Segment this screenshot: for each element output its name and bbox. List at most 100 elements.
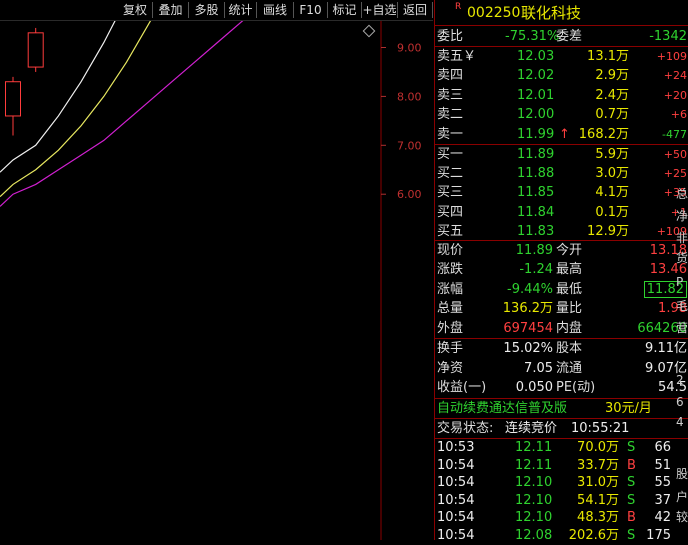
weicha-label: 委差 [556,29,583,44]
stats-label-a: 净资 [437,360,464,376]
buy-row-0[interactable]: 买一 11.89 5.9万 +50 [435,145,688,164]
clipped-text: 6 [676,395,684,409]
tick-side: S [627,440,636,455]
clipped-text: 2 [676,373,684,387]
candle-body-0 [5,81,21,117]
ad-banner[interactable]: 自动续费通达信普及版 30元/月 [435,399,688,418]
tick-price: 12.11 [515,440,553,455]
stock-name: 联化科技 [521,4,582,22]
sell-label: 卖一 [437,126,464,142]
stats-label-a: 换手 [437,341,464,356]
diamond-icon [362,24,376,38]
buy-label: 买二 [437,166,464,182]
tick-volume: 48.3万 [577,510,619,526]
quote-label-a: 现价 [437,243,464,258]
stats-value-a: 0.050 [515,380,553,396]
toolbar-button-8[interactable]: 返回 [398,2,433,18]
clipped-text: 毛 [676,299,688,313]
buy-label: 买五 [437,223,464,239]
y-tick-label-7: 7.00 [397,139,422,152]
tick-volume: 31.0万 [577,475,619,491]
stats-row-0: 换手 15.02% 股本 9.11亿 [435,339,688,358]
tick-volume: 70.0万 [577,440,619,455]
toolbar-button-2[interactable]: 多股 [189,2,225,18]
quote-label-b: 最高 [556,262,583,278]
buy-volume: 5.9万 [595,147,629,162]
tick-price: 12.10 [515,475,553,491]
sell-volume: 0.7万 [595,107,629,123]
tick-count: 55 [654,475,671,491]
toolbar-button-5[interactable]: F10 [294,2,328,18]
sell-row-4[interactable]: 卖一 11.99 ↑ 168.2万 -477 [435,125,688,144]
tick-time: 10:54 [437,457,475,473]
stats-row-1: 净资 7.05 流通 9.07亿 [435,359,688,378]
r-marker: R [455,2,462,12]
tick-count: 37 [654,492,671,508]
stats-row-2: 收益(一) 0.050 PE(动) 54.5 [435,378,688,397]
quote-label-b: 今开 [556,243,583,258]
sell-row-3[interactable]: 卖二 12.00 0.7万 +6 [435,105,688,124]
buy-change: +25 [663,167,687,181]
status-label: 交易状态: [437,421,494,436]
sell-row-1[interactable]: 卖四 12.02 2.9万 +24 [435,66,688,85]
quote-row-1: 涨跌 -1.24 最高 13.46 [435,260,688,279]
sell-price: 12.03 [517,49,555,64]
tick-count: 51 [654,457,671,473]
buy-volume: 3.0万 [595,166,629,182]
clipped-text: 较 [676,510,688,524]
buy-price: 11.83 [517,223,555,239]
sell-change: +24 [663,69,687,83]
sell-volume: 13.1万 [587,49,629,64]
tick-time: 10:54 [437,510,475,526]
buy-row-2[interactable]: 买三 11.85 4.1万 +35 [435,183,688,202]
sell-row-0[interactable]: 卖五￥ 12.03 13.1万 +109 [435,47,688,66]
quote-label-a: 涨幅 [437,281,464,297]
toolbar-button-7[interactable]: +自选 [362,2,398,18]
tick-volume: 202.6万 [568,528,619,543]
clipped-text: 非 [676,231,688,245]
sell-label: 卖四 [437,68,464,84]
sell-label: 卖二 [437,107,464,123]
toolbar-button-6[interactable]: 标记 [328,2,362,18]
buy-label: 买四 [437,204,464,220]
ad-text: 自动续费通达信普及版 [437,401,568,416]
y-tick-label-6: 8.00 [397,90,422,103]
weicha-value: -1342 [649,29,687,44]
quote-label-b: 最低 [556,281,583,297]
weibi-label: 委比 [437,29,464,44]
stats-value-b: 9.11亿 [645,341,687,356]
quote-row-2: 涨幅 -9.44% 最低 11.82 [435,280,688,299]
buy-row-1[interactable]: 买二 11.88 3.0万 +25 [435,164,688,183]
stats-label-b: 流通 [556,360,583,376]
quote-row-0: 现价 11.89 今开 13.18 [435,241,688,260]
tick-time: 10:54 [437,528,475,543]
sell-row-2[interactable]: 卖三 12.01 2.4万 +20 [435,86,688,105]
tick-time: 10:54 [437,475,475,491]
toolbar-button-3[interactable]: 统计 [225,2,257,18]
buy-row-4[interactable]: 买五 11.83 12.9万 +109 [435,222,688,241]
tick-time: 10:53 [437,440,475,455]
tick-price: 12.10 [515,492,553,508]
y-tick-label-8: 6.00 [397,188,422,201]
clipped-text: 4 [676,415,684,429]
up-arrow-icon: ↑ [559,126,570,142]
ad-price: 30元/月 [605,401,652,416]
tick-price: 12.10 [515,510,553,526]
stats-label-b: PE(动) [556,380,596,396]
buy-row-3[interactable]: 买四 11.84 0.1万 +1 [435,203,688,222]
buy-price: 11.89 [517,147,555,162]
tick-count: 42 [654,510,671,526]
toolbar-button-1[interactable]: 叠加 [153,2,189,18]
quote-label-a: 涨跌 [437,262,464,278]
quote-value-a: 136.2万 [502,301,553,317]
sell-price: 12.02 [517,68,555,84]
ma-line-yellow [0,21,152,198]
tick-count: 66 [654,440,671,455]
weibi-value: -75.31% [505,29,560,44]
toolbar-button-0[interactable]: 复权 [118,2,153,18]
sell-volume: 2.4万 [595,87,629,103]
tick-price: 12.08 [515,528,553,543]
candlestick-chart[interactable]: 14.0013.0012.0011.0010.009.008.007.006.0… [0,21,433,540]
toolbar-button-4[interactable]: 画线 [257,2,294,18]
buy-label: 买三 [437,185,464,201]
